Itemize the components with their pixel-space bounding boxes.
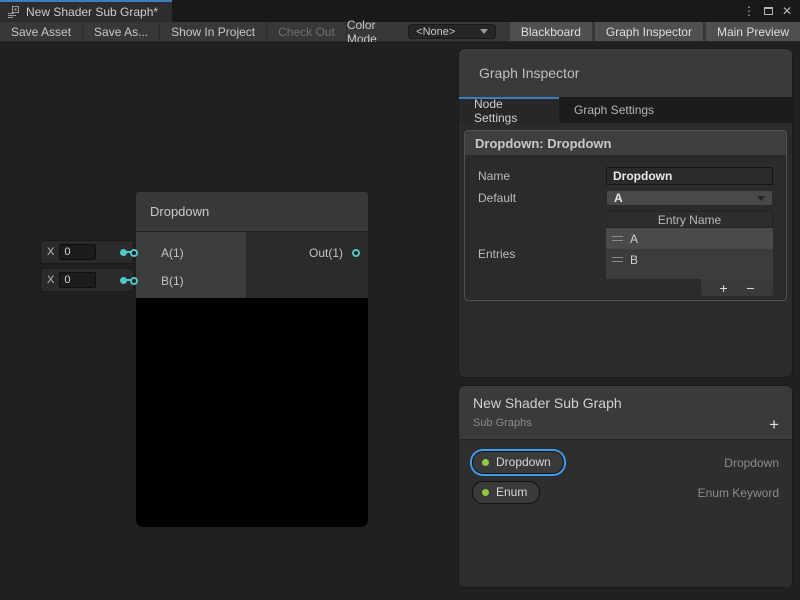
color-mode-label: Color Mode <box>347 22 408 41</box>
name-field-input[interactable] <box>606 167 773 185</box>
window-menu-icon[interactable]: ⋮ <box>743 5 755 17</box>
color-mode-dropdown[interactable]: <None> <box>408 24 496 39</box>
input-port-row-b: B(1) <box>136 267 246 295</box>
blackboard-panel: New Shader Sub Graph Sub Graphs + Dropdo… <box>458 385 793 588</box>
node-output-slots: Out(1) <box>246 232 368 298</box>
dropdown-node[interactable]: Dropdown A(1) B(1) Out(1) <box>136 192 368 527</box>
graph-inspector-panel: Graph Inspector Node Settings Graph Sett… <box>458 48 793 378</box>
blackboard-subtitle: Sub Graphs <box>473 417 778 429</box>
input-port-row-a: A(1) <box>136 239 246 267</box>
tab-graph-settings[interactable]: Graph Settings <box>559 97 669 123</box>
node-title[interactable]: Dropdown <box>136 192 368 232</box>
dropdown-arrow-icon <box>757 196 765 201</box>
main-preview-toggle-button[interactable]: Main Preview <box>706 22 800 41</box>
name-field-label: Name <box>478 169 606 183</box>
default-dropdown[interactable]: A <box>606 190 773 206</box>
entries-list: Entry Name A B <box>606 211 773 296</box>
blackboard-title: New Shader Sub Graph <box>473 395 778 411</box>
property-type-dot-icon <box>482 459 489 466</box>
save-asset-button[interactable]: Save Asset <box>0 22 83 41</box>
dropdown-arrow-icon <box>480 29 488 34</box>
output-port-row: Out(1) <box>246 239 368 267</box>
node-settings-section: Dropdown: Dropdown Name Default A <box>464 130 787 301</box>
drag-handle-icon[interactable] <box>612 257 623 262</box>
property-pill-enum-label: Enum <box>496 485 527 499</box>
tab-node-settings[interactable]: Node Settings <box>459 97 559 123</box>
blackboard-toggle-button[interactable]: Blackboard <box>510 22 592 41</box>
blackboard-row-enum: Enum Enum Keyword <box>472 481 779 504</box>
entries-list-filler <box>606 270 773 279</box>
window-close-icon[interactable]: ✕ <box>782 5 792 17</box>
drag-handle-icon[interactable] <box>612 236 623 241</box>
graph-inspector-title[interactable]: Graph Inspector <box>459 49 792 97</box>
add-entry-button[interactable]: + <box>720 281 728 295</box>
default-dropdown-value: A <box>614 191 623 205</box>
window-maximize-icon[interactable] <box>764 7 773 15</box>
output-port[interactable] <box>352 249 360 257</box>
titlebar-spacer <box>172 0 743 22</box>
property-type-label: Dropdown <box>724 456 779 470</box>
titlebar: New Shader Sub Graph* ⋮ ✕ <box>0 0 800 22</box>
property-pill-enum[interactable]: Enum <box>472 481 540 504</box>
port-default-widget-a: X <box>40 240 134 264</box>
x-component-label: X <box>47 246 54 258</box>
property-pill-dropdown[interactable]: Dropdown <box>472 451 564 474</box>
node-input-slots: A(1) B(1) <box>136 232 246 298</box>
toolbar: Save Asset Save As... Show In Project Ch… <box>0 22 800 42</box>
entries-list-header: Entry Name <box>606 211 773 228</box>
save-as-button[interactable]: Save As... <box>83 22 160 41</box>
remove-entry-button[interactable]: − <box>746 281 754 295</box>
entries-field-label: Entries <box>478 247 606 261</box>
blackboard-header[interactable]: New Shader Sub Graph Sub Graphs + <box>459 386 792 440</box>
input-port-a[interactable] <box>130 249 138 257</box>
inspector-tab-strip: Node Settings Graph Settings <box>459 97 792 123</box>
entry-row-a[interactable]: A <box>606 228 773 249</box>
show-in-project-button[interactable]: Show In Project <box>160 22 267 41</box>
input-port-b-label: B(1) <box>161 274 184 288</box>
section-title: Dropdown: Dropdown <box>465 131 786 156</box>
document-tab-title: New Shader Sub Graph* <box>26 5 158 19</box>
port-default-widget-b: X <box>40 268 134 292</box>
property-type-dot-icon <box>482 489 489 496</box>
property-type-label: Enum Keyword <box>698 486 779 500</box>
entry-row-b-label: B <box>630 253 638 267</box>
document-tab[interactable]: New Shader Sub Graph* <box>0 0 172 22</box>
output-port-label: Out(1) <box>309 246 343 260</box>
entry-row-b[interactable]: B <box>606 249 773 270</box>
property-pill-dropdown-label: Dropdown <box>496 455 551 469</box>
entry-row-a-label: A <box>630 232 638 246</box>
blackboard-row-dropdown: Dropdown Dropdown <box>472 451 779 474</box>
color-mode-value: <None> <box>416 26 455 38</box>
x-component-label: X <box>47 274 54 286</box>
input-port-a-label: A(1) <box>161 246 184 260</box>
subgraph-asset-icon <box>7 6 20 19</box>
input-port-b[interactable] <box>130 277 138 285</box>
node-preview[interactable] <box>136 298 368 527</box>
port-b-value-input[interactable] <box>59 272 96 288</box>
add-property-button[interactable]: + <box>769 416 779 433</box>
graph-canvas[interactable]: X X Dropdown A(1) B(1) <box>0 42 800 600</box>
graph-inspector-toggle-button[interactable]: Graph Inspector <box>595 22 703 41</box>
entries-list-footer: + − <box>701 279 773 296</box>
default-field-label: Default <box>478 191 606 205</box>
check-out-button: Check Out <box>267 22 347 41</box>
port-a-value-input[interactable] <box>59 244 96 260</box>
